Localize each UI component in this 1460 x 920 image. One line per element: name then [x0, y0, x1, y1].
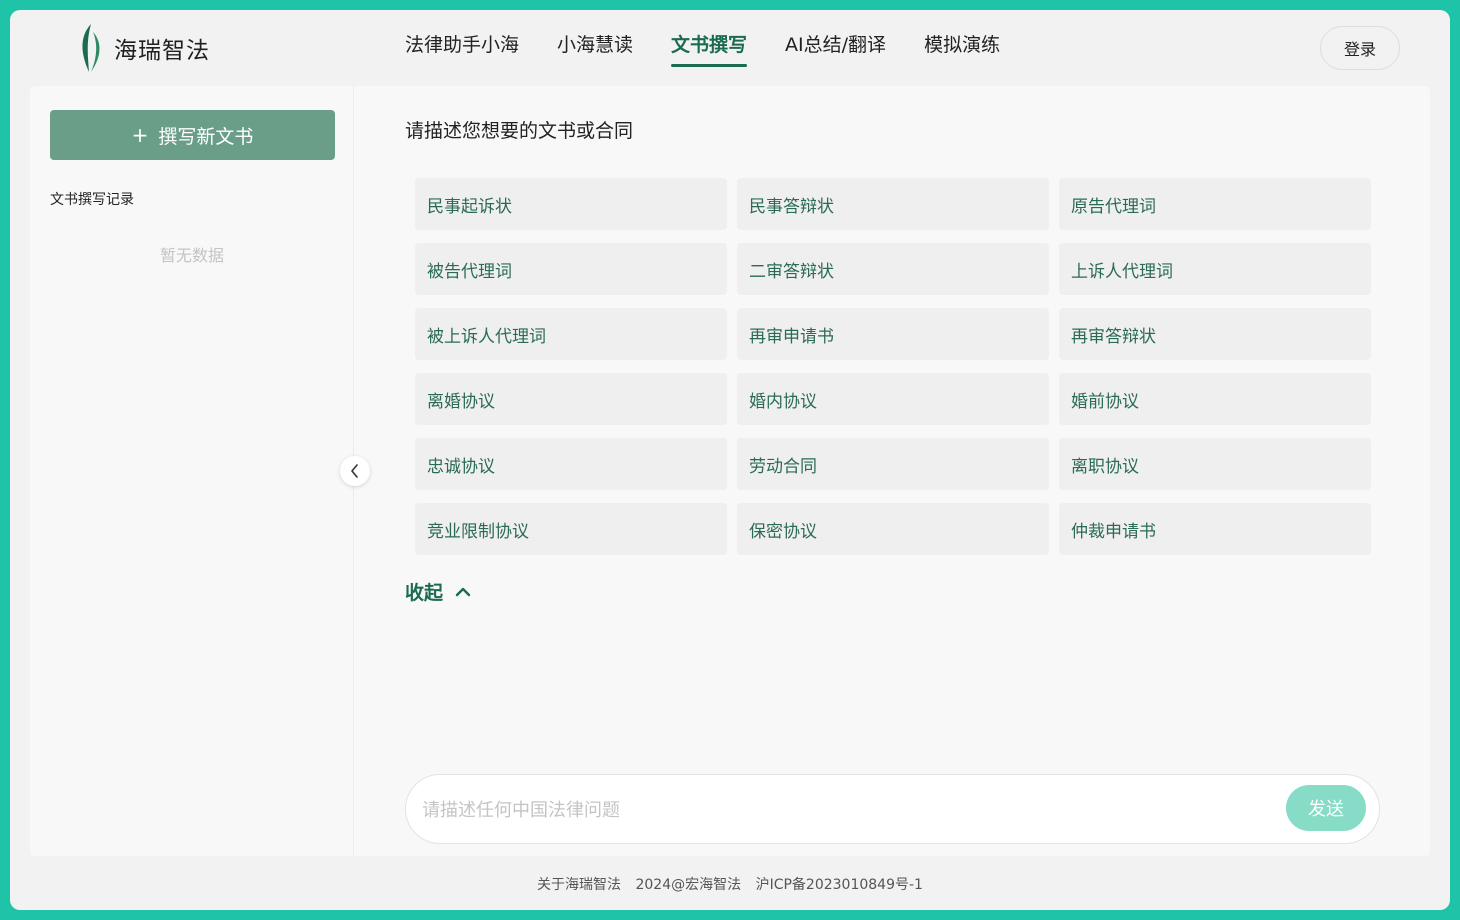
footer-about-link[interactable]: 关于海瑞智法 — [537, 877, 621, 893]
main-nav: 法律助手小海 小海慧读 文书撰写 AI总结/翻译 模拟演练 — [405, 30, 1038, 67]
nav-smart-reading[interactable]: 小海慧读 — [557, 30, 633, 67]
logo[interactable]: 海瑞智法 — [76, 22, 210, 74]
leaf-logo-icon — [82, 24, 100, 72]
chevron-up-icon — [455, 587, 471, 596]
template-confidentiality-agreement[interactable]: 保密协议 — [737, 503, 1049, 555]
template-resignation-agreement[interactable]: 离职协议 — [1059, 438, 1371, 490]
collapse-label: 收起 — [405, 582, 444, 604]
app-name: 海瑞智法 — [114, 38, 210, 64]
history-title: 文书撰写记录 — [50, 192, 134, 208]
template-loyalty-agreement[interactable]: 忠诚协议 — [415, 438, 727, 490]
send-button[interactable]: 发送 — [1286, 785, 1366, 831]
template-second-instance-defense[interactable]: 二审答辩状 — [737, 243, 1049, 295]
nav-legal-assistant[interactable]: 法律助手小海 — [405, 30, 519, 67]
template-civil-complaint[interactable]: 民事起诉状 — [415, 178, 727, 230]
new-document-label: 撰写新文书 — [158, 125, 254, 148]
plus-icon: + — [131, 123, 149, 147]
template-plaintiff-argument[interactable]: 原告代理词 — [1059, 178, 1371, 230]
top-navbar: 海瑞智法 法律助手小海 小海慧读 文书撰写 AI总结/翻译 模拟演练 登录 — [10, 10, 1450, 86]
template-civil-defense[interactable]: 民事答辩状 — [737, 178, 1049, 230]
prompt-title: 请描述您想要的文书或合同 — [405, 120, 634, 142]
login-button[interactable]: 登录 — [1320, 26, 1400, 70]
template-non-compete-agreement[interactable]: 竞业限制协议 — [415, 503, 727, 555]
footer-icp-link[interactable]: 沪ICP备2023010849号-1 — [756, 877, 923, 893]
new-document-button[interactable]: + 撰写新文书 — [50, 110, 335, 160]
footer: 关于海瑞智法 2024@宏海智法 沪ICP备2023010849号-1 — [10, 874, 1450, 894]
question-input[interactable] — [422, 793, 1262, 827]
template-grid: 民事起诉状 民事答辩状 原告代理词 被告代理词 二审答辩状 上诉人代理词 被上诉… — [415, 178, 1371, 555]
template-retrial-defense[interactable]: 再审答辩状 — [1059, 308, 1371, 360]
content-panel: + 撰写新文书 文书撰写记录 暂无数据 请描述您想要的文书或合同 民事起诉状 民… — [30, 86, 1430, 856]
template-labor-contract[interactable]: 劳动合同 — [737, 438, 1049, 490]
template-retrial-application[interactable]: 再审申请书 — [737, 308, 1049, 360]
template-prenuptial-agreement[interactable]: 婚前协议 — [1059, 373, 1371, 425]
nav-ai-summary-translate[interactable]: AI总结/翻译 — [785, 30, 886, 67]
chat-input-box: 发送 — [405, 774, 1380, 844]
footer-copyright: 2024@宏海智法 — [635, 877, 742, 893]
empty-state: 暂无数据 — [159, 246, 224, 265]
collapse-templates-button[interactable]: 收起 — [405, 578, 471, 605]
template-divorce-agreement[interactable]: 离婚协议 — [415, 373, 727, 425]
main-area: 请描述您想要的文书或合同 民事起诉状 民事答辩状 原告代理词 被告代理词 二审答… — [355, 86, 1430, 856]
template-appellant-argument[interactable]: 上诉人代理词 — [1059, 243, 1371, 295]
template-defendant-argument[interactable]: 被告代理词 — [415, 243, 727, 295]
template-arbitration-application[interactable]: 仲裁申请书 — [1059, 503, 1371, 555]
nav-simulation[interactable]: 模拟演练 — [924, 30, 1000, 67]
template-marital-agreement[interactable]: 婚内协议 — [737, 373, 1049, 425]
nav-document-writing[interactable]: 文书撰写 — [671, 30, 748, 67]
sidebar: + 撰写新文书 文书撰写记录 暂无数据 — [30, 86, 354, 856]
template-appellee-argument[interactable]: 被上诉人代理词 — [415, 308, 727, 360]
app-window: 海瑞智法 法律助手小海 小海慧读 文书撰写 AI总结/翻译 模拟演练 登录 + … — [10, 10, 1450, 910]
